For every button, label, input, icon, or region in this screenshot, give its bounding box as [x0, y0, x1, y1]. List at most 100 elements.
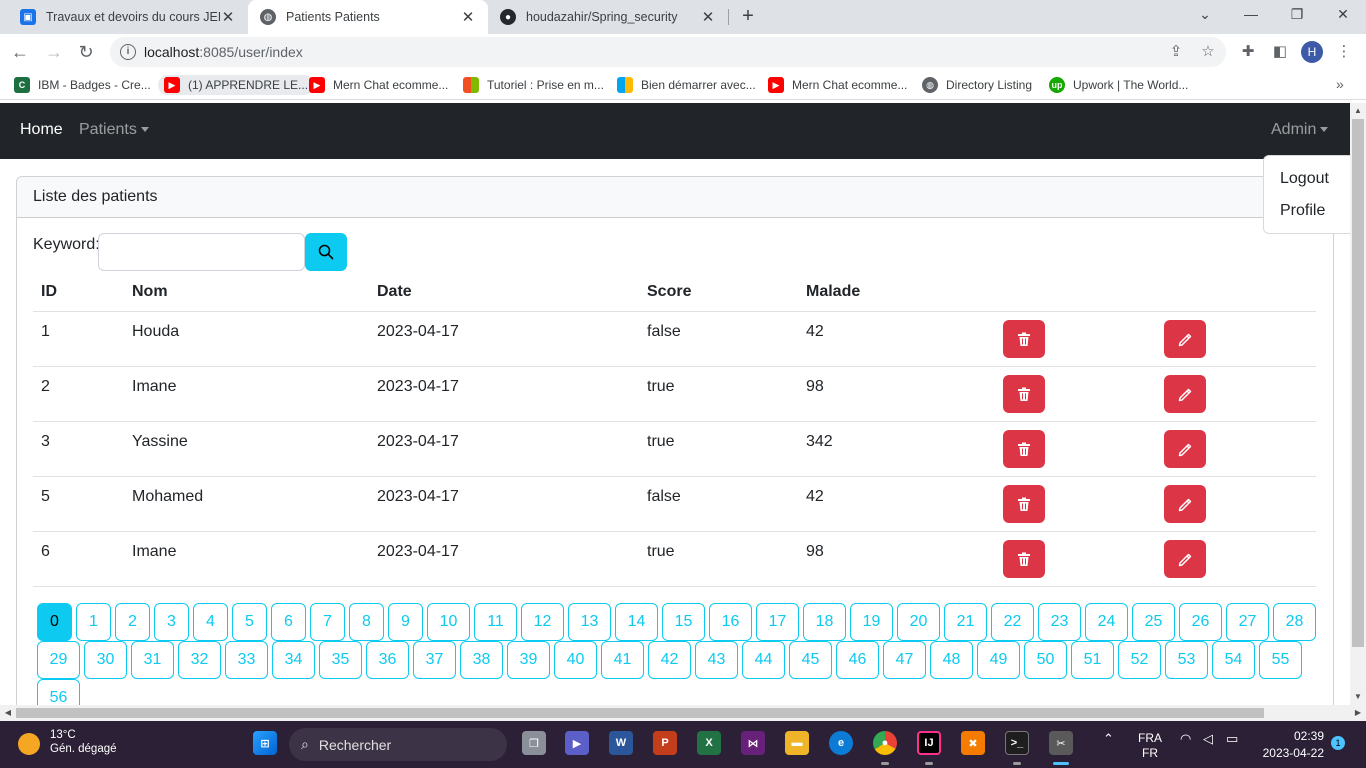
battery-icon[interactable]: ▭: [1226, 731, 1238, 747]
page-button[interactable]: 32: [178, 641, 221, 679]
page-button[interactable]: 48: [930, 641, 973, 679]
page-button[interactable]: 27: [1226, 603, 1269, 641]
scroll-right-icon[interactable]: ▶: [1350, 705, 1366, 721]
file-explorer-icon[interactable]: ▬: [785, 731, 809, 755]
delete-button[interactable]: [1003, 320, 1045, 358]
terminal-icon[interactable]: >_: [1005, 731, 1029, 755]
share-icon[interactable]: ⇪: [1162, 38, 1190, 66]
scrollbar-thumb[interactable]: [16, 708, 1264, 718]
page-button[interactable]: 45: [789, 641, 832, 679]
page-button[interactable]: 19: [850, 603, 893, 641]
extensions-icon[interactable]: ✚: [1234, 38, 1262, 66]
visual-studio-icon[interactable]: ⋈: [741, 731, 765, 755]
taskbar-search[interactable]: ⌕ Rechercher: [289, 728, 507, 761]
scroll-left-icon[interactable]: ◀: [0, 705, 16, 721]
delete-button[interactable]: [1003, 375, 1045, 413]
page-button[interactable]: 11: [474, 603, 517, 641]
nav-patients-dropdown[interactable]: Patients: [79, 121, 149, 139]
close-icon[interactable]: ✕: [460, 8, 476, 26]
close-icon[interactable]: ✕: [700, 8, 716, 26]
site-info-icon[interactable]: i: [120, 44, 136, 60]
bookmark-item[interactable]: ▶ Mern Chat ecomme...: [768, 75, 907, 95]
page-button[interactable]: 8: [349, 603, 384, 641]
profile-avatar[interactable]: H: [1301, 41, 1323, 63]
notification-badge[interactable]: 1: [1331, 736, 1345, 750]
excel-icon[interactable]: X: [697, 731, 721, 755]
page-button[interactable]: 51: [1071, 641, 1114, 679]
chevron-up-icon[interactable]: ⌃: [1103, 731, 1114, 747]
scroll-down-icon[interactable]: ▼: [1350, 689, 1366, 705]
page-button[interactable]: 29: [37, 641, 80, 679]
snipping-tool-icon[interactable]: ✂: [1049, 731, 1073, 755]
page-button[interactable]: 33: [225, 641, 268, 679]
page-button[interactable]: 24: [1085, 603, 1128, 641]
page-button[interactable]: 14: [615, 603, 658, 641]
page-button[interactable]: 12: [521, 603, 564, 641]
page-button[interactable]: 28: [1273, 603, 1316, 641]
page-button[interactable]: 36: [366, 641, 409, 679]
page-button[interactable]: 2: [115, 603, 150, 641]
side-panel-icon[interactable]: ◧: [1266, 38, 1294, 66]
page-button[interactable]: 17: [756, 603, 799, 641]
keyword-input[interactable]: [98, 233, 305, 271]
more-bookmarks-icon[interactable]: »: [1336, 76, 1344, 92]
windows-start-icon[interactable]: ⊞: [253, 731, 277, 755]
weather-widget[interactable]: 13°C Gén. dégagé: [18, 729, 117, 755]
bookmark-item[interactable]: ◍ Directory Listing: [922, 75, 1032, 95]
scrollbar-thumb[interactable]: [1352, 119, 1364, 647]
page-button[interactable]: 38: [460, 641, 503, 679]
page-button[interactable]: 15: [662, 603, 705, 641]
page-button[interactable]: 34: [272, 641, 315, 679]
page-button[interactable]: 18: [803, 603, 846, 641]
page-button[interactable]: 25: [1132, 603, 1175, 641]
delete-button[interactable]: [1003, 430, 1045, 468]
page-button[interactable]: 40: [554, 641, 597, 679]
page-button[interactable]: 6: [271, 603, 306, 641]
word-icon[interactable]: W: [609, 731, 633, 755]
edit-button[interactable]: [1164, 485, 1206, 523]
page-button[interactable]: 10: [427, 603, 470, 641]
edit-button[interactable]: [1164, 430, 1206, 468]
window-close-icon[interactable]: ✕: [1320, 0, 1366, 30]
page-button[interactable]: 49: [977, 641, 1020, 679]
edit-button[interactable]: [1164, 540, 1206, 578]
delete-button[interactable]: [1003, 540, 1045, 578]
page-button[interactable]: 23: [1038, 603, 1081, 641]
page-button[interactable]: 22: [991, 603, 1034, 641]
restore-icon[interactable]: ❐: [1274, 0, 1320, 30]
page-button[interactable]: 41: [601, 641, 644, 679]
reload-icon[interactable]: ↻: [72, 38, 100, 66]
page-button[interactable]: 7: [310, 603, 345, 641]
page-button[interactable]: 54: [1212, 641, 1255, 679]
page-button[interactable]: 21: [944, 603, 987, 641]
page-button[interactable]: 50: [1024, 641, 1067, 679]
bookmark-item[interactable]: Tutoriel : Prise en m...: [463, 75, 604, 95]
tab-jee-course[interactable]: ▣ Travaux et devoirs du cours JEE 4 ✕: [8, 0, 248, 34]
page-button[interactable]: 55: [1259, 641, 1302, 679]
page-button[interactable]: 46: [836, 641, 879, 679]
new-tab-button[interactable]: +: [736, 5, 760, 29]
page-button[interactable]: 5: [232, 603, 267, 641]
page-button[interactable]: 35: [319, 641, 362, 679]
edit-button[interactable]: [1164, 320, 1206, 358]
page-button[interactable]: 16: [709, 603, 752, 641]
bookmark-star-icon[interactable]: ☆: [1194, 38, 1222, 66]
horizontal-scrollbar[interactable]: ◀ ▶: [0, 705, 1366, 721]
volume-icon[interactable]: ◁: [1203, 731, 1213, 747]
page-button[interactable]: 53: [1165, 641, 1208, 679]
powerpoint-icon[interactable]: P: [653, 731, 677, 755]
page-button[interactable]: 9: [388, 603, 423, 641]
task-view-icon[interactable]: ❐: [522, 731, 546, 755]
vertical-scrollbar[interactable]: ▲ ▼: [1350, 103, 1366, 705]
taskbar-clock[interactable]: 02:39 2023-04-22: [1258, 729, 1324, 760]
search-button[interactable]: [305, 233, 347, 271]
intellij-icon[interactable]: IJ: [917, 731, 941, 755]
page-button[interactable]: 31: [131, 641, 174, 679]
edge-icon[interactable]: e: [829, 731, 853, 755]
bookmark-item[interactable]: ▶ (1) APPRENDRE LE...: [158, 75, 315, 95]
tab-search-icon[interactable]: ⌄: [1182, 0, 1228, 30]
bookmark-item[interactable]: Bien démarrer avec...: [617, 75, 756, 95]
wifi-icon[interactable]: ◠: [1180, 731, 1191, 747]
page-button[interactable]: 47: [883, 641, 926, 679]
page-button[interactable]: 39: [507, 641, 550, 679]
